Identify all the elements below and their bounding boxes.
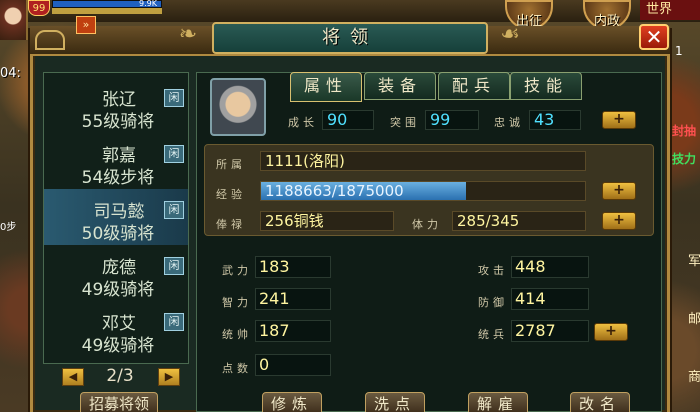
command-value: 187 xyxy=(255,320,331,342)
rename-button[interactable]: 改名 xyxy=(570,392,630,412)
tab-skills[interactable]: 技能 xyxy=(510,72,582,100)
belongs-value: 1111(洛阳) xyxy=(260,151,586,171)
wing-ornament-right-icon: ☙ xyxy=(500,22,520,47)
breakthrough-label: 突围 xyxy=(390,116,420,129)
exp-label: 经验 xyxy=(216,188,246,201)
list-pager: ◀ 2/3 ▶ xyxy=(48,366,188,390)
salary-label: 俸禄 xyxy=(216,218,246,231)
intel-label: 智力 xyxy=(222,296,252,309)
tab-troops[interactable]: 配兵 xyxy=(438,72,510,100)
left-time-text: 04: xyxy=(0,66,21,81)
general-list-item[interactable]: 郭嘉 54级步将 闲 xyxy=(44,133,188,189)
hp-bar: 9.9K xyxy=(52,0,162,8)
points-value: 0 xyxy=(255,354,331,376)
general-list-item[interactable]: 庞德 49级骑将 闲 xyxy=(44,245,188,301)
points-label: 点数 xyxy=(222,362,252,375)
ornament-icon xyxy=(35,30,65,50)
dialog-title: 将领 xyxy=(212,22,488,54)
general-level: 49级骑将 xyxy=(81,280,155,300)
stamina-plus-button[interactable]: + xyxy=(602,212,636,230)
side-mail-button[interactable]: 邮 xyxy=(688,308,700,327)
secondary-bar xyxy=(52,8,162,14)
stamina-value: 285/345 xyxy=(452,211,586,231)
prev-page-button[interactable]: ◀ xyxy=(62,368,84,386)
tab-equipment[interactable]: 装备 xyxy=(364,72,436,100)
defense-value: 414 xyxy=(511,288,589,310)
growth-value: 90 xyxy=(322,110,374,130)
collapse-button[interactable]: » xyxy=(76,16,96,34)
idle-status-badge: 闲 xyxy=(164,257,184,275)
train-button[interactable]: 修炼 xyxy=(262,392,322,412)
idle-status-badge: 闲 xyxy=(164,145,184,163)
dismiss-button[interactable]: 解雇 xyxy=(468,392,528,412)
troops-plus-button[interactable]: + xyxy=(594,323,628,341)
force-label: 武力 xyxy=(222,264,252,277)
defense-label: 防御 xyxy=(478,296,508,309)
general-list-item[interactable]: 张辽 55级骑将 闲 xyxy=(44,77,188,133)
side-shop-button[interactable]: 商 xyxy=(688,366,700,385)
exp-value: 1188663/1875000 xyxy=(265,182,404,200)
growth-label: 成长 xyxy=(288,116,318,129)
close-button[interactable]: ✕ xyxy=(639,24,669,50)
salary-value: 256铜钱 xyxy=(260,211,394,231)
player-avatar[interactable] xyxy=(0,0,28,40)
loyalty-label: 忠诚 xyxy=(494,116,524,129)
belongs-label: 所属 xyxy=(216,158,246,171)
general-list-item[interactable]: 邓艾 49级骑将 闲 xyxy=(44,301,188,357)
wing-ornament-left-icon: ❧ xyxy=(178,22,198,47)
idle-status-badge: 闲 xyxy=(164,201,184,219)
side-green-text[interactable]: 技力 xyxy=(672,150,696,167)
attack-label: 攻击 xyxy=(478,264,508,277)
troops-value: 2787 xyxy=(511,320,589,342)
loyalty-plus-button[interactable]: + xyxy=(602,111,636,129)
next-page-button[interactable]: ▶ xyxy=(158,368,180,386)
side-red-text[interactable]: 封抽 xyxy=(672,122,696,139)
idle-status-badge: 闲 xyxy=(164,89,184,107)
general-level: 54级步将 xyxy=(81,168,155,188)
general-level: 55级骑将 xyxy=(81,112,155,132)
recruit-general-button[interactable]: 招募将领 xyxy=(80,392,158,412)
general-portrait xyxy=(210,78,266,136)
troops-label: 统兵 xyxy=(478,328,508,341)
tab-attributes[interactable]: 属性 xyxy=(290,72,362,102)
force-value: 183 xyxy=(255,256,331,278)
command-label: 统帅 xyxy=(222,328,252,341)
left-fragment-text: 0步 xyxy=(0,222,17,233)
general-list-item-selected[interactable]: 司马懿 50级骑将 闲 xyxy=(44,189,188,245)
side-number: 1 xyxy=(675,44,683,58)
breakthrough-value: 99 xyxy=(425,110,479,130)
stamina-label: 体力 xyxy=(412,218,442,231)
general-level: 49级骑将 xyxy=(81,336,155,356)
intel-value: 241 xyxy=(255,288,331,310)
wash-points-button[interactable]: 洗点 xyxy=(365,392,425,412)
loyalty-value: 43 xyxy=(529,110,581,130)
hp-text: 9.9K xyxy=(139,0,157,8)
player-level-badge: 99 xyxy=(28,0,50,16)
side-army-button[interactable]: 军 xyxy=(688,250,700,269)
general-list: 张辽 55级骑将 闲 郭嘉 54级步将 闲 司马懿 50级骑将 闲 庞德 49级… xyxy=(43,72,189,364)
exp-plus-button[interactable]: + xyxy=(602,182,636,200)
general-level: 50级骑将 xyxy=(81,224,155,244)
idle-status-badge: 闲 xyxy=(164,313,184,331)
world-channel-tab[interactable]: 世界 xyxy=(640,0,700,20)
attack-value: 448 xyxy=(511,256,589,278)
exp-bar: 1188663/1875000 xyxy=(260,181,586,201)
page-indicator: 2/3 xyxy=(106,366,134,386)
